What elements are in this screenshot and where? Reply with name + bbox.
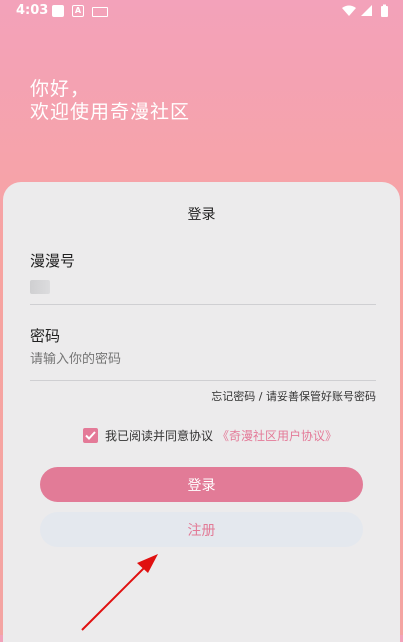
register-button[interactable]: 注册 <box>40 512 363 547</box>
card-title: 登录 <box>187 207 216 223</box>
password-input[interactable] <box>30 352 330 367</box>
status-time: 4:03 <box>16 3 49 18</box>
account-value[interactable] <box>30 280 50 294</box>
password-underline <box>30 380 376 381</box>
login-button[interactable]: 登录 <box>40 467 363 502</box>
login-card: 登录 漫漫号 密码 忘记密码 / 请妥善保管好账号密码 我已阅读并同意协议 《奇… <box>3 182 400 642</box>
agree-text: 我已阅读并同意协议 <box>105 429 214 443</box>
status-bar: 4:03 A <box>0 0 403 24</box>
forgot-password-link[interactable]: 忘记密码 / 请妥善保管好账号密码 <box>211 388 376 404</box>
a-icon: A <box>72 5 84 17</box>
account-label: 漫漫号 <box>30 252 76 270</box>
agree-checkbox[interactable] <box>83 428 98 443</box>
greeting-line1: 你好， <box>30 78 91 100</box>
notification-square-icon <box>52 5 64 17</box>
greeting-line2: 欢迎使用奇漫社区 <box>30 101 191 123</box>
keyboard-icon <box>92 7 108 17</box>
agreement-link[interactable]: 《奇漫社区用户协议》 <box>217 427 337 444</box>
agreement-row: 我已阅读并同意协议 《奇漫社区用户协议》 <box>83 427 337 444</box>
wifi-icon <box>342 5 356 16</box>
check-icon <box>85 431 96 440</box>
signal-icon <box>361 5 372 16</box>
status-right-icons <box>342 4 388 17</box>
account-underline <box>30 304 376 305</box>
password-label: 密码 <box>30 327 61 345</box>
battery-icon <box>381 4 388 17</box>
greeting: 你好， 欢迎使用奇漫社区 <box>30 78 190 124</box>
